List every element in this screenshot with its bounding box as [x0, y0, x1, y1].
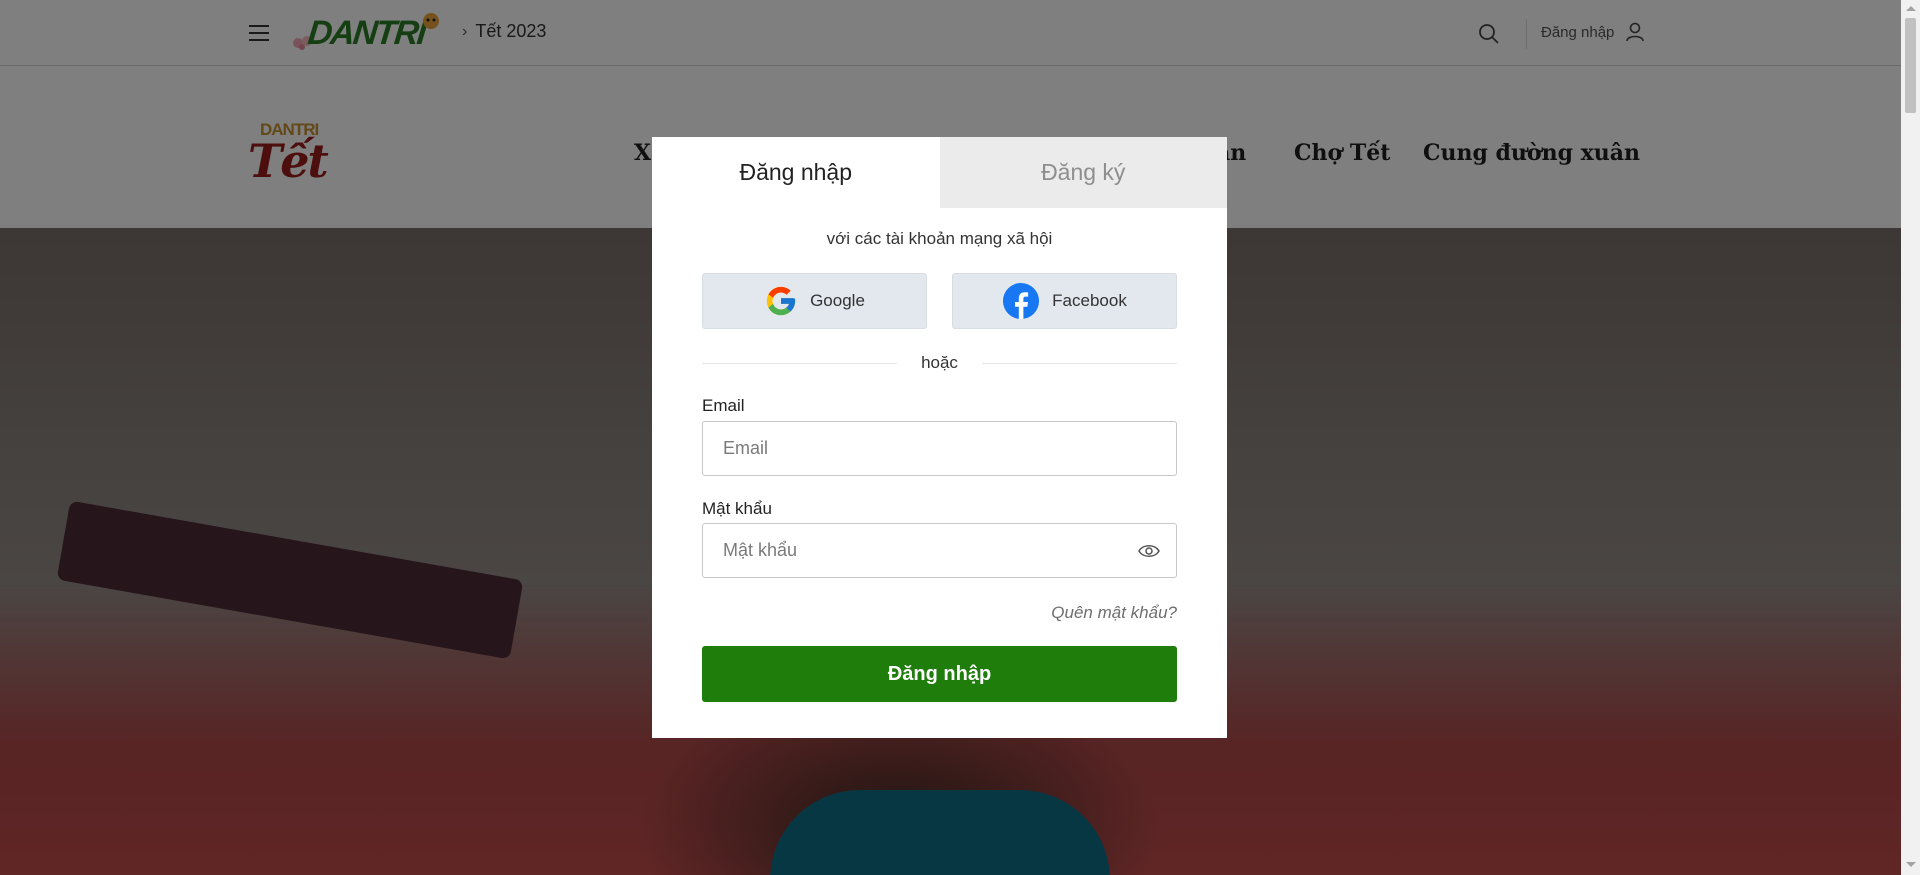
auth-tabs: Đăng nhập Đăng ký — [652, 137, 1227, 208]
login-submit-button[interactable]: Đăng nhập — [702, 646, 1177, 702]
facebook-label: Facebook — [1052, 291, 1127, 310]
facebook-login-button[interactable]: Facebook — [952, 273, 1177, 329]
social-caption: với các tài khoản mạng xã hội — [826, 229, 1053, 248]
tab-register[interactable]: Đăng ký — [939, 137, 1227, 208]
or-divider: hoặc — [702, 351, 1177, 375]
email-field[interactable] — [703, 422, 1176, 475]
or-line-right — [982, 363, 1177, 364]
login-modal: Đăng nhập Đăng ký với các tài khoản mạng… — [652, 137, 1227, 738]
scroll-down-arrow-icon[interactable] — [1906, 862, 1916, 867]
google-label: Google — [810, 291, 865, 310]
email-label: Email — [702, 396, 745, 415]
password-label: Mật khẩu — [702, 499, 772, 518]
password-field[interactable] — [703, 524, 1176, 577]
scroll-up-arrow-icon[interactable] — [1906, 6, 1916, 11]
google-logo-icon — [766, 286, 796, 316]
password-field-wrap — [702, 523, 1177, 578]
forgot-password-link[interactable]: Quên mật khẩu? — [1051, 603, 1177, 623]
eye-icon[interactable] — [1138, 541, 1160, 561]
email-field-wrap — [702, 421, 1177, 476]
facebook-logo-icon — [1003, 282, 1040, 320]
google-login-button[interactable]: Google — [702, 273, 927, 329]
scroll-thumb[interactable] — [1905, 18, 1916, 113]
tab-login[interactable]: Đăng nhập — [652, 137, 940, 208]
scrollbar[interactable] — [1901, 0, 1920, 875]
